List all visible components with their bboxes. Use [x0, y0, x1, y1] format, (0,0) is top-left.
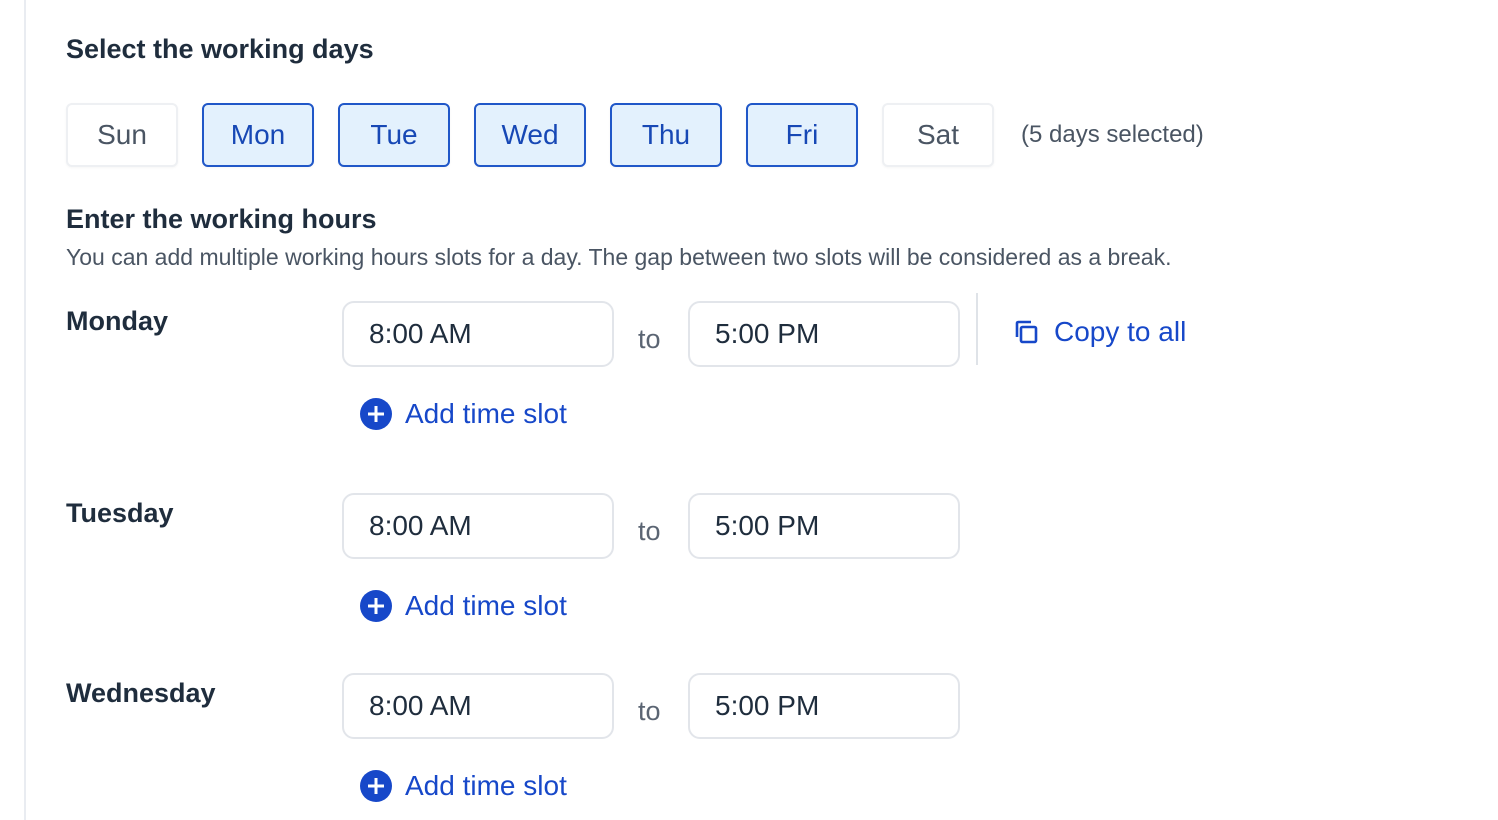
- add-time-slot-label: Add time slot: [405, 398, 567, 429]
- to-label: to: [638, 696, 661, 726]
- add-time-slot-button[interactable]: Add time slot: [360, 398, 567, 430]
- working-hours-title: Enter the working hours: [66, 204, 377, 234]
- end-time-input[interactable]: 5:00 PM: [688, 493, 960, 559]
- end-time-input[interactable]: 5:00 PM: [688, 673, 960, 739]
- vertical-divider: [976, 293, 978, 365]
- end-time-input[interactable]: 5:00 PM: [688, 301, 960, 367]
- working-hours-helper: You can add multiple working hours slots…: [66, 244, 1172, 270]
- working-hours-form: Select the working days Sun Mon Tue Wed …: [66, 0, 1486, 820]
- copy-to-all-label: Copy to all: [1054, 316, 1187, 347]
- start-time-input[interactable]: 8:00 AM: [342, 673, 614, 739]
- start-time-input[interactable]: 8:00 AM: [342, 301, 614, 367]
- add-time-slot-button[interactable]: Add time slot: [360, 770, 567, 802]
- left-divider: [24, 0, 26, 820]
- add-time-slot-label: Add time slot: [405, 590, 567, 621]
- add-time-slot-button[interactable]: Add time slot: [360, 590, 567, 622]
- day-label: Monday: [66, 306, 169, 336]
- day-chip-mon[interactable]: Mon: [202, 103, 314, 167]
- days-selected-count: (5 days selected): [1021, 121, 1204, 148]
- day-chip-fri[interactable]: Fri: [746, 103, 858, 167]
- day-chip-wed[interactable]: Wed: [474, 103, 586, 167]
- copy-icon: [1015, 320, 1038, 344]
- plus-circle-icon: [360, 770, 392, 802]
- day-selector: Sun Mon Tue Wed Thu Fri Sat (5 days sele…: [66, 103, 1204, 167]
- copy-to-all-button[interactable]: Copy to all: [1012, 316, 1186, 348]
- working-days-title: Select the working days: [66, 34, 374, 64]
- day-chip-sun[interactable]: Sun: [66, 103, 178, 167]
- day-chip-sat[interactable]: Sat: [882, 103, 994, 167]
- day-chip-thu[interactable]: Thu: [610, 103, 722, 167]
- day-label: Wednesday: [66, 678, 216, 708]
- add-time-slot-label: Add time slot: [405, 770, 567, 801]
- day-chip-tue[interactable]: Tue: [338, 103, 450, 167]
- day-label: Tuesday: [66, 498, 174, 528]
- to-label: to: [638, 516, 661, 546]
- to-label: to: [638, 324, 661, 354]
- plus-circle-icon: [360, 398, 392, 430]
- plus-circle-icon: [360, 590, 392, 622]
- start-time-input[interactable]: 8:00 AM: [342, 493, 614, 559]
